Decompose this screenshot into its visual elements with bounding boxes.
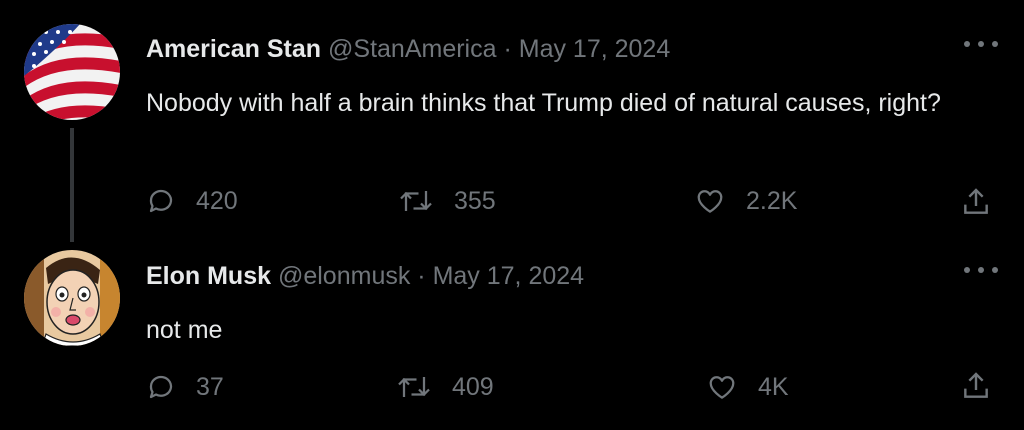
like-button[interactable]: 2.2K <box>694 186 797 216</box>
retweet-icon <box>398 377 430 397</box>
tweet-header: American Stan @StanAmerica · May 17, 202… <box>146 34 670 64</box>
share-icon <box>964 372 988 398</box>
reply-button[interactable]: 37 <box>146 372 224 402</box>
retweet-count: 409 <box>452 372 494 401</box>
handle[interactable]: @elonmusk <box>278 262 410 290</box>
timestamp[interactable]: May 17, 2024 <box>519 35 671 63</box>
like-button[interactable]: 4K <box>706 372 789 402</box>
reply-button[interactable]: 420 <box>146 186 238 216</box>
reply-icon <box>149 189 173 213</box>
avatar[interactable] <box>24 24 120 120</box>
like-count: 2.2K <box>746 186 798 215</box>
retweet-count: 355 <box>454 186 496 215</box>
tweet-header: Elon Musk @elonmusk · May 17, 2024 <box>146 261 584 291</box>
heart-icon <box>709 376 735 399</box>
more-icon[interactable] <box>964 260 998 280</box>
more-icon[interactable] <box>964 34 998 54</box>
american-flag-avatar-image <box>24 24 120 120</box>
handle[interactable]: @StanAmerica <box>328 35 497 63</box>
heart-icon <box>697 190 723 213</box>
tweet[interactable]: American Stan @StanAmerica · May 17, 202… <box>0 0 1024 242</box>
reply-icon <box>149 375 173 399</box>
display-name[interactable]: Elon Musk <box>146 262 271 290</box>
retweet-button[interactable]: 355 <box>398 186 496 216</box>
reply-count: 37 <box>196 372 224 401</box>
like-count: 4K <box>758 372 789 401</box>
display-name[interactable]: American Stan <box>146 35 321 63</box>
share-button[interactable] <box>960 186 992 218</box>
share-button[interactable] <box>960 370 992 402</box>
share-icon <box>964 188 988 214</box>
separator: · <box>417 262 426 290</box>
reply-count: 420 <box>196 186 238 215</box>
retweet-icon <box>400 191 432 211</box>
thread-line <box>70 128 74 242</box>
cartoon-face-avatar-image <box>24 250 120 346</box>
retweet-button[interactable]: 409 <box>396 372 494 402</box>
separator: · <box>503 35 512 63</box>
tweet-text: Nobody with half a brain thinks that Tru… <box>146 89 941 117</box>
avatar[interactable] <box>24 250 120 346</box>
tweet-text: not me <box>146 316 223 344</box>
timestamp[interactable]: May 17, 2024 <box>433 262 585 290</box>
